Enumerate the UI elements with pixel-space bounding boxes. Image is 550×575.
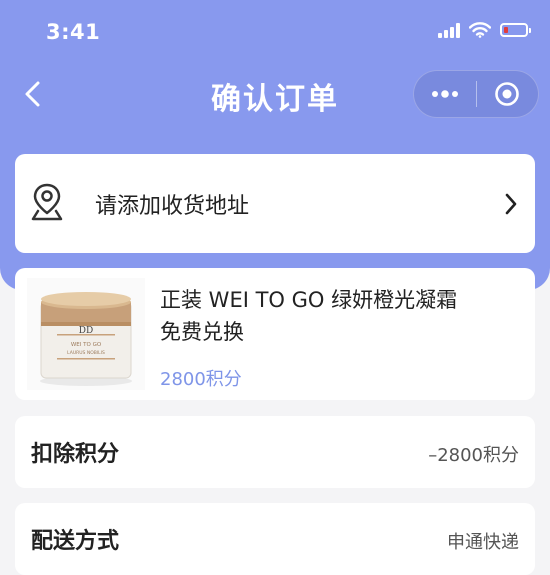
points-deduction-row: 扣除积分 –2800积分: [15, 416, 535, 488]
product-title: 正装 WEI TO GO 绿妍橙光凝霜 免费兑换: [160, 288, 458, 344]
product-card[interactable]: DD WEI TO GO LAURUS NOBILIS 正装 WEI TO GO…: [15, 268, 535, 400]
product-image: DD WEI TO GO LAURUS NOBILIS: [27, 278, 145, 390]
product-image-brand: DD: [79, 326, 93, 336]
status-icons: [438, 22, 531, 38]
wifi-icon: [469, 22, 491, 38]
status-bar: 3:41: [0, 0, 550, 62]
location-pin-icon: [31, 183, 63, 221]
mini-program-capsule: [413, 70, 539, 118]
points-deduction-value: –2800积分: [428, 445, 519, 466]
signal-icon: [438, 22, 460, 38]
product-price: 2800积分: [160, 369, 242, 390]
delivery-method-row[interactable]: 配送方式 申通快递: [15, 503, 535, 575]
add-address-card[interactable]: 请添加收货地址: [15, 154, 535, 253]
points-deduction-label: 扣除积分: [31, 442, 120, 467]
delivery-method-value: 申通快递: [447, 532, 519, 553]
product-image-text-2: LAURUS NOBILIS: [67, 350, 105, 356]
product-image-text-1: WEI TO GO: [71, 342, 102, 348]
battery-icon: [500, 23, 531, 37]
close-target-icon: [495, 82, 520, 106]
more-button[interactable]: [414, 71, 476, 117]
more-dots-icon: [431, 90, 458, 98]
status-time: 3:41: [46, 20, 101, 44]
nav-bar: 确认订单: [0, 62, 550, 124]
close-button[interactable]: [477, 71, 539, 117]
delivery-method-label: 配送方式: [31, 529, 120, 554]
chevron-right-icon: [505, 193, 517, 215]
add-address-label: 请添加收货地址: [95, 194, 250, 219]
